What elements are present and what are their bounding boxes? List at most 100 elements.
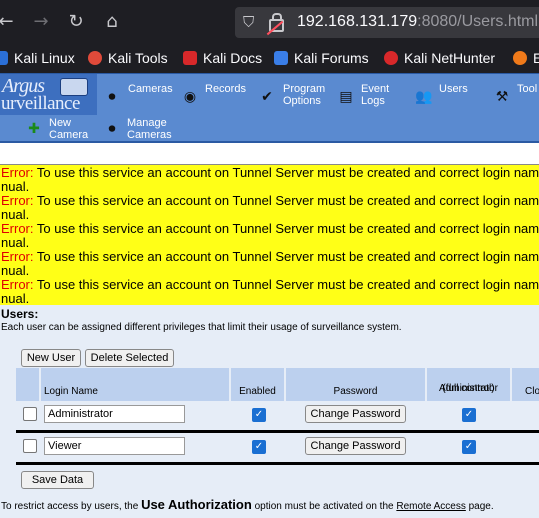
error-box: Error: To use this service an account on… [0,164,539,307]
menu-label: Cameras [128,83,173,95]
menu-label: Program [283,83,326,95]
logo-line2: urveillance [1,93,80,114]
admin-checkbox[interactable]: ✓ [462,408,476,422]
log-icon[interactable]: ▤ [338,89,354,105]
column-label: Enabled [239,386,276,397]
error-line: Error: To use this service an account on… [1,166,539,180]
url-host: 192.168.131.179 [297,13,418,30]
check-icon[interactable]: ✔ [259,89,275,105]
error-label: Error: [1,221,34,236]
login-input[interactable]: Viewer [44,437,185,455]
submenu-label: Manage [127,117,167,129]
select-column-header [16,368,41,401]
url-text[interactable]: 192.168.131.179:8080/Users.html [297,13,538,31]
menu-label: Tool [517,83,538,95]
new-user-button[interactable]: New User [21,349,81,367]
table-row: Viewer ✓ Change Password ✓ [16,433,539,461]
error-tail: nual. [1,179,30,194]
argus-logo[interactable]: Argus urveillance [0,74,97,116]
shield-icon[interactable]: ⛉ [243,13,254,31]
delete-selected-button[interactable]: Delete Selected [85,349,174,367]
bookmark-e[interactable]: E [513,48,539,68]
bookmark-e-icon [513,51,527,65]
change-password-button[interactable]: Change Password [305,405,406,423]
users-icon[interactable]: 👥 [415,89,432,105]
menu-users[interactable]: Users [439,83,468,95]
new-camera-icon[interactable]: ✚ [26,121,42,137]
footer-pre: To restrict access by users, the [1,501,139,512]
column-label: Password [333,386,378,397]
menu-records[interactable]: Records [205,83,246,95]
remote-access-link[interactable]: Remote Access [396,501,465,512]
bookmark-label: Kali Forums [294,50,369,66]
error-line: Error: To use this service an account on… [1,250,539,264]
login-input[interactable]: Administrator [44,405,185,423]
error-tail: nual. [1,235,30,250]
bookmark-label: Kali Docs [203,50,263,66]
admin-label-line2: (full control) [442,383,495,394]
admin-checkbox[interactable]: ✓ [462,440,476,454]
forward-icon[interactable]: → [29,10,53,34]
bookmark-kali-nethunter[interactable]: Kali NetHunter [384,48,495,68]
table-row: Administrator ✓ Change Password ✓ [16,401,539,429]
kali-docs-icon [183,51,197,65]
nethunter-icon [384,51,398,65]
kali-tools-icon [88,51,102,65]
menu-label: Users [439,83,468,95]
column-label: Login Name [44,386,98,397]
submenu-label: New [49,117,72,129]
menu-label: Event [361,83,390,95]
cameras-icon[interactable]: ⏺ [104,89,120,105]
column-label: Administrator (full control) [427,383,510,398]
error-message: To use this service an account on Tunnel… [36,165,539,180]
kali-icon [0,51,8,65]
change-password-button[interactable]: Change Password [305,437,406,455]
enabled-checkbox[interactable]: ✓ [252,440,266,454]
records-icon[interactable]: ◉ [182,89,198,105]
submenu-label: Cameras [127,129,172,141]
manage-cameras-icon[interactable]: ⏺ [104,121,120,137]
select-checkbox[interactable] [23,407,37,421]
bookmarks-bar: Kali Linux Kali Tools Kali Docs Kali For… [0,44,539,73]
browser-chrome: ← → ↻ ⌂ ⛉ 192.168.131.179:8080/Users.htm… [0,0,539,73]
users-heading: Users: [1,307,39,321]
bookmark-kali-forums[interactable]: Kali Forums [274,48,369,68]
submenu-new-camera[interactable]: New Camera [49,117,88,141]
error-tail: nual. [1,207,30,222]
select-checkbox[interactable] [23,439,37,453]
error-message: To use this service an account on Tunnel… [36,193,539,208]
menu-program-options[interactable]: Program Options [283,83,325,107]
sub-menu: ✚ New Camera ⏺ Manage Cameras [0,115,539,143]
admin-column-header: Administrator (full control) [427,368,512,401]
password-column-header: Password [286,368,427,401]
enabled-column-header: Enabled [231,368,286,401]
app-page: Argus urveillance ⏺ Cameras ◉ Records ✔ … [0,73,539,518]
bookmark-kali-linux[interactable]: Kali Linux [0,48,75,68]
save-data-button[interactable]: Save Data [21,471,94,489]
enabled-checkbox[interactable]: ✓ [252,408,266,422]
home-icon[interactable]: ⌂ [100,10,124,34]
menu-cameras[interactable]: Cameras [128,83,173,95]
column-label: Clo [525,386,539,397]
menu-event-logs[interactable]: Event Logs [361,83,389,107]
menu-label: Logs [361,95,385,107]
browser-toolbar: ← → ↻ ⌂ ⛉ 192.168.131.179:8080/Users.htm… [0,0,539,44]
bookmark-label: E [533,50,539,66]
bookmark-kali-tools[interactable]: Kali Tools [88,48,168,68]
tools-icon[interactable]: ⚒ [494,89,510,105]
error-message: To use this service an account on Tunnel… [36,221,539,236]
error-tail: nual. [1,263,30,278]
back-icon[interactable]: ← [0,10,18,34]
bookmark-label: Kali NetHunter [404,50,496,66]
login-column-header: Login Name [41,368,231,401]
reload-icon[interactable]: ↻ [64,10,88,34]
submenu-manage-cameras[interactable]: Manage Cameras [127,117,172,141]
address-bar[interactable]: ⛉ 192.168.131.179:8080/Users.html [235,7,539,38]
clo-column-header: Clo [512,368,539,401]
error-line: Error: To use this service an account on… [1,194,539,208]
error-line: Error: To use this service an account on… [1,222,539,236]
bookmark-kali-docs[interactable]: Kali Docs [183,48,262,68]
menu-tools[interactable]: Tool [517,83,537,95]
error-line: Error: To use this service an account on… [1,278,539,292]
error-message: To use this service an account on Tunnel… [36,249,539,264]
